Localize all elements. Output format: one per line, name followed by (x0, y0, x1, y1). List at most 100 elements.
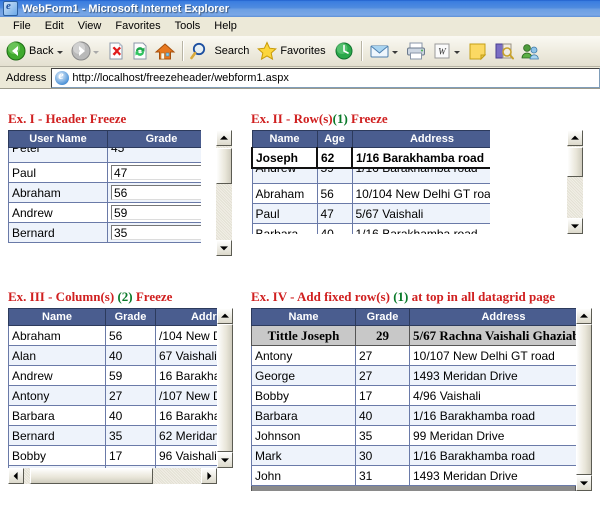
favorites-button[interactable]: Favorites (254, 39, 330, 63)
datagrid-4: Name Grade Address Tittle Joseph 29 5/67… (251, 308, 576, 486)
example-2-title-count: (1) (332, 111, 348, 126)
pager-link-3[interactable]: 3 (417, 489, 423, 491)
scroll-down-button[interactable] (216, 240, 232, 256)
back-button[interactable]: Back (3, 39, 68, 63)
menu-item-edit[interactable]: Edit (38, 19, 71, 33)
col-grade[interactable]: Grade (105, 308, 156, 326)
col-name[interactable]: Name (251, 130, 318, 148)
table-row: Abraham 56 (8, 182, 201, 203)
cell-address: 4/96 Vaishali (409, 385, 576, 406)
menu-item-favorites[interactable]: Favorites (108, 19, 167, 33)
scroll-up-button[interactable] (567, 130, 583, 146)
address-input[interactable]: http://localhost/freezeheader/webform1.a… (51, 67, 600, 88)
scroll-up-button[interactable] (576, 308, 592, 324)
example-4-vertical-scrollbar[interactable] (576, 308, 592, 491)
history-button[interactable] (331, 39, 357, 63)
cell-address: 5/67 Vaishali (351, 203, 490, 224)
stop-button[interactable] (104, 39, 128, 63)
scroll-down-button[interactable] (567, 218, 583, 234)
example-4-gridwrap: Name Grade Address Tittle Joseph 29 5/67… (251, 308, 592, 491)
cell-grade: 17 (355, 385, 410, 406)
scroll-up-button[interactable] (216, 130, 232, 146)
table-row: Johnson 35 99 Meridan Drive (251, 425, 576, 446)
scrollbar-thumb[interactable] (567, 147, 583, 177)
fixed-row: Tittle Joseph 29 5/67 Rachna Vaishali Gh… (251, 325, 576, 346)
table-row: Bobby 17 4/96 Vaishali (251, 385, 576, 406)
page-content: Ex. I - Header Freeze User Name Grade Pe… (0, 89, 600, 513)
example-3-vertical-scrollbar[interactable] (217, 308, 233, 468)
edit-word-button[interactable]: W (429, 39, 465, 63)
search-button[interactable]: Search (188, 39, 254, 63)
menu-item-help[interactable]: Help (207, 19, 244, 33)
col-grade[interactable]: Grade (107, 130, 201, 148)
table-header-row: Name Grade Address (8, 308, 217, 326)
col-address[interactable]: Address (409, 308, 576, 326)
example-2-vertical-scrollbar[interactable] (567, 130, 583, 234)
cell-grade: 35 (355, 425, 410, 446)
mail-dropdown-icon[interactable] (391, 50, 398, 54)
print-button[interactable] (403, 39, 429, 63)
research-button[interactable] (491, 39, 517, 63)
table-row: Paul 47 (8, 162, 201, 183)
scroll-left-button[interactable] (8, 468, 24, 484)
cell-address: 1493 Meridan Drive (409, 365, 576, 386)
col-address[interactable]: Address (155, 308, 217, 326)
col-name[interactable]: Name (251, 308, 356, 326)
cell-name: Paul (8, 162, 108, 183)
table-row: George 27 1493 Meridan Drive (251, 365, 576, 386)
forward-dropdown-icon[interactable] (93, 50, 100, 54)
grade-input[interactable]: 35 (111, 225, 201, 240)
example-3-title-b: Freeze (135, 289, 173, 304)
cell-grade: 30 (355, 445, 410, 466)
messenger-button[interactable] (517, 39, 543, 63)
scroll-right-button[interactable] (201, 468, 217, 484)
cell-name: Joseph (251, 147, 318, 169)
col-age[interactable]: Age (316, 130, 353, 148)
scroll-down-button[interactable] (217, 452, 233, 468)
refresh-icon (133, 42, 147, 60)
scrollbar-thumb[interactable] (30, 468, 153, 484)
table-row: Antony 27 10/107 New Delhi GT road (251, 345, 576, 366)
cell-grade: 27 (105, 385, 156, 406)
example-3-title-count: (2) (117, 289, 133, 304)
table-row: Paul 47 5/67 Vaishali (251, 203, 490, 224)
col-address[interactable]: Address (351, 130, 490, 148)
cell-name: Bobby (8, 445, 106, 466)
forward-button[interactable] (68, 39, 104, 63)
table-row: Andrew 59 16 Barakhamb (8, 365, 217, 386)
cell-name: Bernard (8, 425, 106, 446)
mail-button[interactable] (367, 39, 403, 63)
back-dropdown-icon[interactable] (57, 50, 64, 54)
datagrid-3: Name Grade Address Abraham 56 /104 New D… (8, 308, 217, 468)
notes-button[interactable] (465, 39, 491, 63)
example-1-vertical-scrollbar[interactable] (216, 130, 232, 256)
example-3-grid: Name Grade Address Abraham 56 /104 New D… (8, 308, 217, 468)
scrollbar-thumb[interactable] (217, 324, 233, 452)
scroll-up-button[interactable] (217, 308, 233, 324)
back-label: Back (29, 45, 54, 57)
example-4-block: Ex. IV - Add fixed row(s) (1) at top in … (251, 289, 592, 491)
menu-item-file[interactable]: File (6, 19, 38, 33)
scroll-down-button[interactable] (576, 475, 592, 491)
grade-input[interactable]: 59 (111, 205, 201, 220)
cell-grade: 40 (355, 405, 410, 426)
col-grade[interactable]: Grade (355, 308, 410, 326)
edit-dropdown-icon[interactable] (453, 50, 460, 54)
grade-input[interactable]: 56 (111, 185, 201, 200)
cell-address: 1/16 Barakhamba road (409, 405, 576, 426)
scrollbar-thumb[interactable] (216, 148, 232, 184)
col-name[interactable]: Name (8, 308, 106, 326)
cell-name: Mark (251, 445, 356, 466)
cell-grade: 17 (105, 445, 156, 466)
cell-name: Abraham (8, 182, 108, 203)
grade-input[interactable]: 47 (111, 165, 201, 180)
example-3-horizontal-scrollbar[interactable] (8, 468, 217, 484)
cell-age: 47 (316, 203, 353, 224)
menu-item-tools[interactable]: Tools (168, 19, 208, 33)
scrollbar-thumb[interactable] (576, 324, 592, 475)
col-user-name[interactable]: User Name (8, 130, 108, 148)
home-button[interactable] (152, 39, 178, 63)
refresh-button[interactable] (128, 39, 152, 63)
menu-item-view[interactable]: View (71, 19, 109, 33)
address-bar: Address http://localhost/freezeheader/we… (0, 67, 600, 89)
